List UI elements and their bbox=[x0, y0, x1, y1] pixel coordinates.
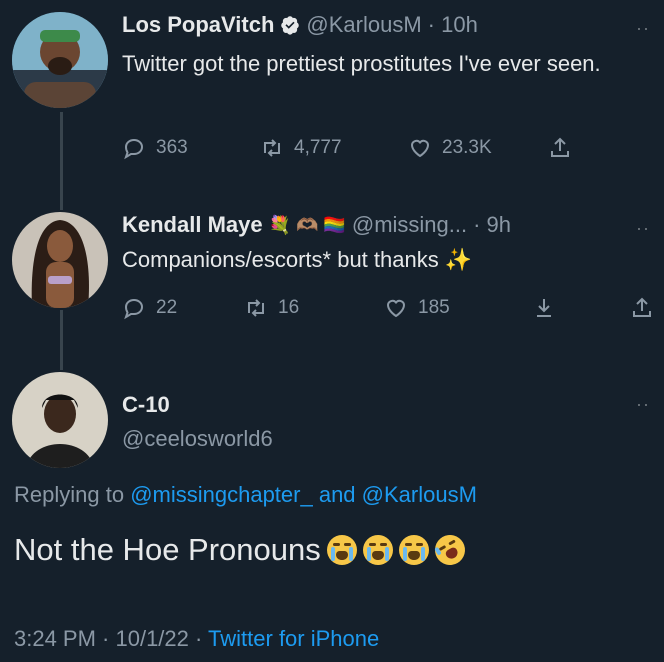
like-button[interactable]: 185 bbox=[384, 296, 450, 320]
loudly-crying-face-icon bbox=[362, 535, 393, 565]
reply-button[interactable]: 363 bbox=[122, 136, 188, 160]
retweet-icon bbox=[248, 299, 264, 317]
reply-mention-karlousm[interactable]: @KarlousM bbox=[362, 482, 477, 507]
heart-icon bbox=[386, 299, 406, 318]
loudly-crying-face-icon bbox=[398, 535, 429, 565]
retweet-button[interactable]: 4,777 bbox=[260, 136, 342, 160]
tweet-timestamp[interactable]: 3:24 PM · 10/1/22 · bbox=[14, 626, 202, 651]
like-count: 23.3K bbox=[442, 137, 492, 158]
main-tweet[interactable]: C-10 @ceelosworld6 ·· Replying to @missi… bbox=[0, 368, 664, 662]
more-options-icon[interactable]: ·· bbox=[636, 394, 650, 415]
display-name[interactable]: Kendall Maye bbox=[122, 212, 263, 238]
replying-to: Replying to @missingchapter_ and @Karlou… bbox=[14, 482, 477, 508]
tweet-kendall[interactable]: Kendall Maye 💐 🫶🏽 🏳️‍🌈 @missing... · 9h … bbox=[0, 200, 664, 350]
loudly-crying-face-icon bbox=[326, 535, 357, 565]
reply-count: 363 bbox=[156, 137, 188, 158]
avatar-kendall[interactable] bbox=[12, 212, 108, 308]
reply-count: 22 bbox=[156, 297, 178, 318]
tweet-source[interactable]: Twitter for iPhone bbox=[208, 626, 379, 651]
verified-badge-icon bbox=[281, 16, 300, 35]
share-icon bbox=[551, 137, 569, 157]
share-button[interactable] bbox=[548, 136, 572, 160]
display-name[interactable]: Los PopaVitch bbox=[122, 12, 274, 38]
download-button[interactable] bbox=[532, 296, 556, 320]
timestamp[interactable]: · 9h bbox=[473, 212, 511, 238]
reply-icon bbox=[124, 138, 144, 160]
share-icon bbox=[633, 297, 651, 317]
like-count: 185 bbox=[418, 297, 450, 318]
retweet-button[interactable]: 16 bbox=[244, 296, 299, 320]
name-emojis: 💐 🫶🏽 🏳️‍🌈 bbox=[268, 214, 346, 235]
tweet-karlousm[interactable]: Los PopaVitch @KarlousM · 10h ·· Twitter… bbox=[0, 0, 664, 200]
handle[interactable]: @ceelosworld6 bbox=[122, 426, 273, 452]
avatar-karlousm[interactable] bbox=[12, 12, 108, 108]
more-options-icon[interactable]: ·· bbox=[636, 18, 650, 39]
retweet-icon bbox=[264, 139, 280, 157]
handle[interactable]: @missing... bbox=[352, 212, 467, 238]
like-button[interactable]: 23.3K bbox=[408, 136, 492, 160]
avatar-ceelo[interactable] bbox=[12, 372, 108, 468]
tweet-actions: 22 16 185 bbox=[122, 296, 662, 322]
retweet-count: 4,777 bbox=[294, 137, 342, 158]
reply-mention-missingchapter[interactable]: @missingchapter_ bbox=[130, 482, 313, 507]
reply-and: and bbox=[312, 482, 362, 507]
rolling-on-floor-laughing-icon bbox=[429, 529, 471, 571]
reply-icon bbox=[124, 298, 144, 320]
display-name[interactable]: C-10 bbox=[122, 392, 170, 418]
handle[interactable]: @KarlousM bbox=[306, 12, 421, 38]
retweet-count: 16 bbox=[278, 297, 300, 318]
share-button[interactable] bbox=[630, 296, 654, 320]
more-options-icon[interactable]: ·· bbox=[636, 218, 650, 239]
tweet-text: Twitter got the prettiest prostitutes I'… bbox=[122, 51, 601, 76]
reply-button[interactable]: 22 bbox=[122, 296, 177, 320]
replying-to-prefix: Replying to bbox=[14, 482, 131, 507]
tweet-meta: 3:24 PM · 10/1/22 · Twitter for iPhone bbox=[14, 626, 379, 652]
tweet-text: Not the Hoe Pronouns bbox=[14, 532, 321, 567]
heart-icon bbox=[410, 139, 430, 158]
tweet-actions: 363 4,777 23.3K bbox=[122, 136, 642, 162]
download-icon bbox=[537, 299, 551, 317]
timestamp[interactable]: · 10h bbox=[428, 12, 478, 38]
tweet-text: Companions/escorts* but thanks ✨ bbox=[122, 247, 473, 272]
main-tweet-text-row: Not the Hoe Pronouns bbox=[14, 529, 471, 571]
